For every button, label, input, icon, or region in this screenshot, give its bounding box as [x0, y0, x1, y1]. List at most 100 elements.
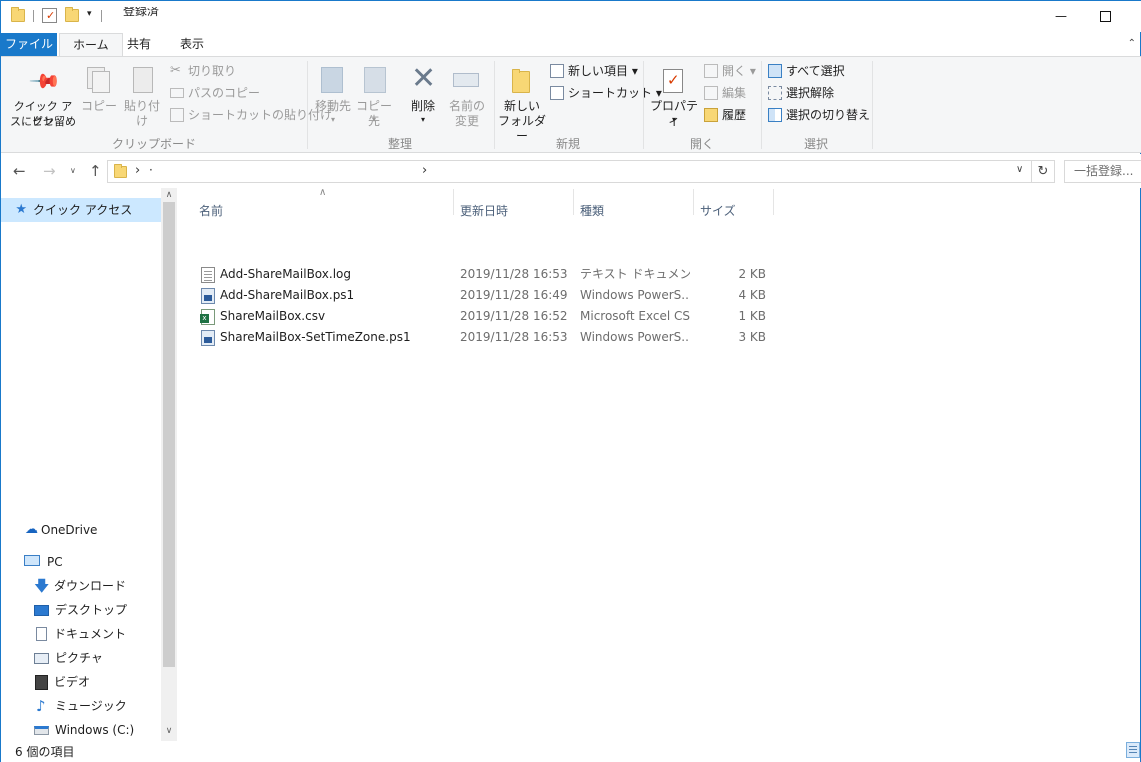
document-icon: [36, 627, 47, 641]
column-header-name[interactable]: 名前: [199, 202, 223, 218]
pin-icon: 📌: [28, 63, 63, 99]
copy-path-button[interactable]: パスのコピー: [170, 84, 260, 102]
ribbon-tabs: ファイル ホーム 共有 表示: [1, 33, 1141, 56]
ribbon: 📌 クイック アクセ スにピン留め コピー 貼り付け ✂ 切り取り パスのコピー …: [1, 56, 1141, 153]
invert-selection-label: 選択の切り替え: [786, 108, 871, 122]
copy-to-button[interactable]: コピー先 ▾: [354, 67, 394, 128]
properties-icon: ✓: [663, 69, 683, 93]
delete-button[interactable]: ✕ 削除 ▾: [401, 61, 445, 125]
group-label-open: 開く: [689, 137, 714, 151]
open-button[interactable]: 開く ▾: [704, 62, 756, 80]
address-bar[interactable]: › · › ∨: [107, 160, 1032, 183]
select-all-button[interactable]: すべて選択: [768, 62, 845, 80]
breadcrumb-item[interactable]: ·: [149, 163, 153, 177]
move-to-button[interactable]: 移動先 ▾: [311, 67, 355, 125]
recent-locations-chevron-icon[interactable]: ∨: [70, 166, 76, 175]
tab-view[interactable]: 表示: [167, 33, 217, 56]
refresh-icon[interactable]: ↻: [1031, 160, 1055, 183]
scroll-down-arrow[interactable]: ∨: [161, 724, 177, 738]
file-size: 1 KB: [738, 309, 766, 323]
forward-arrow-icon[interactable]: →: [43, 162, 56, 180]
history-label: 履歴: [722, 108, 747, 122]
file-modified: 2019/11/28 16:52: [460, 309, 568, 323]
copy-label: コピー: [81, 99, 118, 113]
properties-icon[interactable]: ✓: [42, 8, 57, 23]
file-row[interactable]: Add-ShareMailBox.log 2019/11/28 16:53 テキ…: [197, 264, 777, 285]
column-header-type[interactable]: 種類: [580, 202, 604, 218]
edit-button[interactable]: 編集: [704, 84, 746, 102]
title-bar: ✓ ▾ 登録済 —: [1, 1, 1141, 32]
minimize-button[interactable]: —: [1049, 5, 1073, 27]
paste-shortcut-icon: [170, 108, 184, 122]
address-dropdown-icon[interactable]: ∨: [1016, 164, 1023, 175]
paste-icon: [133, 67, 153, 93]
new-folder-icon[interactable]: [65, 7, 79, 22]
column-separator[interactable]: [773, 189, 774, 215]
tab-share[interactable]: 共有: [114, 33, 164, 56]
maximize-button[interactable]: [1093, 5, 1117, 27]
column-separator[interactable]: [453, 189, 454, 215]
ribbon-collapse-icon[interactable]: ⌃: [1128, 38, 1136, 49]
pin-quick-access-button[interactable]: 📌 クイック アクセ スにピン留め: [9, 63, 77, 128]
text-file-icon: [201, 267, 215, 283]
copy-button[interactable]: コピー: [81, 67, 117, 117]
nav-label: OneDrive: [41, 523, 98, 537]
select-none-button[interactable]: 選択解除: [768, 84, 834, 102]
column-separator[interactable]: [693, 189, 694, 215]
open-icon: [704, 64, 718, 78]
file-row[interactable]: ShareMailBox-SetTimeZone.ps1 2019/11/28 …: [197, 327, 777, 348]
details-view-icon[interactable]: [1126, 742, 1140, 758]
nav-label: Windows (C:): [55, 723, 135, 737]
scroll-up-arrow[interactable]: ∧: [161, 188, 177, 202]
nav-item-videos[interactable]: ビデオ: [1, 670, 161, 694]
nav-item-downloads[interactable]: 🡇 ダウンロード: [1, 574, 161, 598]
star-icon: ★: [15, 202, 27, 217]
delete-x-icon: ✕: [411, 61, 437, 96]
history-button[interactable]: 履歴: [704, 106, 746, 124]
file-modified: 2019/11/28 16:53: [460, 330, 568, 344]
download-arrow-icon: 🡇: [34, 577, 50, 595]
back-arrow-icon[interactable]: ←: [13, 162, 26, 180]
column-separator[interactable]: [573, 189, 574, 215]
nav-item-pc[interactable]: PC: [1, 550, 161, 574]
up-arrow-icon[interactable]: ↑: [89, 162, 102, 180]
nav-item-music[interactable]: ♪ ミュージック: [1, 694, 161, 718]
new-folder-button[interactable]: 新しい フォルダー: [498, 67, 546, 143]
cut-button[interactable]: ✂ 切り取り: [170, 62, 236, 80]
desktop-icon: [34, 604, 49, 616]
invert-selection-icon: [768, 108, 782, 122]
column-header-modified[interactable]: 更新日時: [460, 202, 508, 218]
nav-item-onedrive[interactable]: ☁ OneDrive: [1, 518, 161, 542]
easy-access-button[interactable]: ショートカット ▾: [550, 84, 662, 102]
film-icon: [35, 674, 48, 690]
nav-item-desktop[interactable]: デスクトップ: [1, 598, 161, 622]
nav-scroll-thumb[interactable]: [163, 202, 175, 667]
customize-qat-icon[interactable]: ▾: [87, 9, 92, 19]
file-size: 3 KB: [738, 330, 766, 344]
file-modified: 2019/11/28 16:53: [460, 267, 568, 281]
nav-label: ダウンロード: [54, 579, 127, 593]
nav-label: ドキュメント: [54, 627, 127, 641]
pc-icon: [24, 555, 40, 566]
column-header-size[interactable]: サイズ: [700, 202, 736, 218]
new-item-button[interactable]: 新しい項目 ▾: [550, 62, 638, 80]
file-row[interactable]: x ShareMailBox.csv 2019/11/28 16:52 Micr…: [197, 306, 777, 327]
paste-button[interactable]: 貼り付け: [119, 67, 165, 128]
edit-label: 編集: [722, 86, 747, 100]
breadcrumb-chevron[interactable]: ›: [135, 163, 140, 178]
file-row[interactable]: Add-ShareMailBox.ps1 2019/11/28 16:49 Wi…: [197, 285, 777, 306]
nav-item-windows-c[interactable]: Windows (C:): [1, 718, 161, 742]
nav-item-documents[interactable]: ドキュメント: [1, 622, 161, 646]
status-bar: 6 個の項目: [1, 741, 1141, 762]
rename-button[interactable]: 名前の 変更: [445, 67, 489, 128]
select-all-icon: [768, 64, 782, 78]
properties-button[interactable]: ✓ プロパティ ▾: [647, 67, 701, 128]
nav-item-quick-access[interactable]: ★ クイック アクセス: [1, 198, 161, 222]
tab-file[interactable]: ファイル: [1, 33, 57, 56]
search-input[interactable]: 一括登録...: [1064, 160, 1141, 183]
nav-item-pictures[interactable]: ピクチャ: [1, 646, 161, 670]
invert-selection-button[interactable]: 選択の切り替え: [768, 106, 870, 124]
breadcrumb-chevron[interactable]: ›: [422, 163, 427, 178]
file-name: Add-ShareMailBox.log: [220, 267, 351, 281]
nav-label: クイック アクセス: [33, 203, 133, 217]
